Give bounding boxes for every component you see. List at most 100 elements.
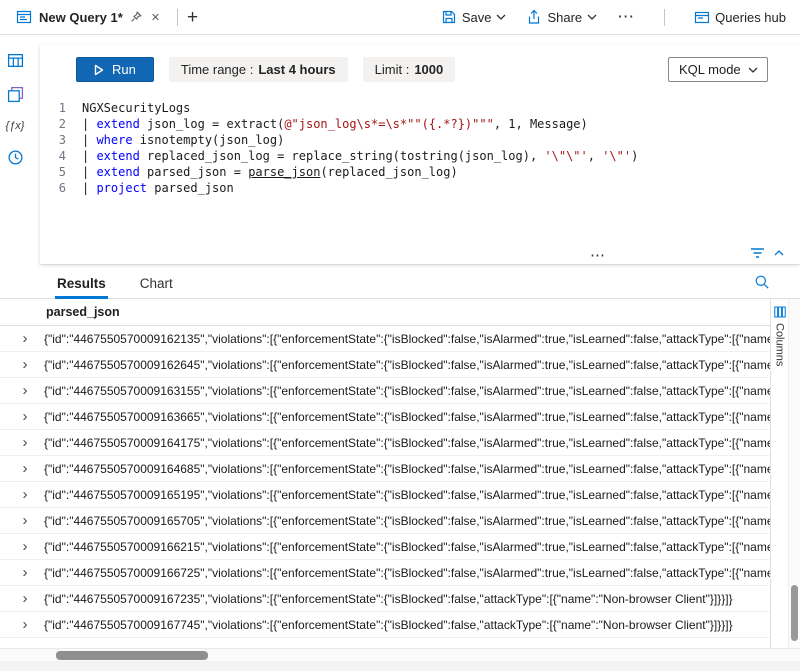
expand-chevron-icon[interactable]: › xyxy=(12,383,38,398)
queries-hub-icon xyxy=(694,9,710,25)
line-number: 3 xyxy=(40,132,82,148)
table-row[interactable]: ›{"id":"4467550570009167235","violations… xyxy=(0,586,770,612)
save-icon xyxy=(441,9,457,25)
time-range-value: Last 4 hours xyxy=(258,62,335,77)
search-icon xyxy=(754,274,770,290)
expand-chevron-icon[interactable]: › xyxy=(12,591,38,606)
row-json-text: {"id":"4467550570009164685","violations"… xyxy=(38,462,770,476)
expand-chevron-icon[interactable]: › xyxy=(12,487,38,502)
more-button[interactable]: ⋯ xyxy=(617,7,635,27)
expand-chevron-icon[interactable]: › xyxy=(12,513,38,528)
table-row[interactable]: ›{"id":"4467550570009166725","violations… xyxy=(0,560,770,586)
new-tab-button[interactable]: + xyxy=(187,8,198,27)
run-button[interactable]: Run xyxy=(76,57,154,82)
limit-picker[interactable]: Limit : 1000 xyxy=(363,57,456,82)
share-icon xyxy=(526,9,542,25)
line-number: 1 xyxy=(40,100,82,116)
mode-select[interactable]: KQL mode xyxy=(668,57,768,82)
table-row[interactable]: ›{"id":"4467550570009163155","violations… xyxy=(0,378,770,404)
code-line: 3| where isnotempty(json_log) xyxy=(40,132,800,148)
search-button[interactable] xyxy=(754,274,770,290)
table-row[interactable]: ›{"id":"4467550570009167745","violations… xyxy=(0,612,770,638)
collapse-editor-icon[interactable] xyxy=(774,250,784,256)
queries-icon[interactable] xyxy=(7,86,24,103)
code-text: NGXSecurityLogs xyxy=(82,100,190,116)
code-lines[interactable]: 1NGXSecurityLogs2| extend json_log = ext… xyxy=(40,92,800,240)
row-json-text: {"id":"4467550570009166725","violations"… xyxy=(38,566,770,580)
line-number: 4 xyxy=(40,148,82,164)
expand-chevron-icon[interactable]: › xyxy=(12,331,38,346)
chevron-down-icon xyxy=(748,67,758,73)
tab-title: New Query 1* xyxy=(39,10,123,25)
row-json-text: {"id":"4467550570009166215","violations"… xyxy=(38,540,770,554)
time-range-label: Time range : xyxy=(181,62,254,77)
table-row[interactable]: ›{"id":"4467550570009162135","violations… xyxy=(0,326,770,352)
run-label: Run xyxy=(112,62,136,77)
horizontal-scrollbar-thumb[interactable] xyxy=(56,651,208,660)
code-line: 1NGXSecurityLogs xyxy=(40,100,800,116)
expand-chevron-icon[interactable]: › xyxy=(12,409,38,424)
time-range-picker[interactable]: Time range : Last 4 hours xyxy=(169,57,348,82)
code-text: | extend replaced_json_log = replace_str… xyxy=(82,148,638,164)
table-row[interactable]: ›{"id":"4467550570009163665","violations… xyxy=(0,404,770,430)
code-line: 4| extend replaced_json_log = replace_st… xyxy=(40,148,800,164)
columns-pane-tab[interactable]: Columns xyxy=(770,299,788,648)
row-json-text: {"id":"4467550570009165195","violations"… xyxy=(38,488,770,502)
query-history-icon[interactable] xyxy=(7,149,24,166)
table-row[interactable]: ›{"id":"4467550570009165195","violations… xyxy=(0,482,770,508)
table-row[interactable]: ›{"id":"4467550570009162645","violations… xyxy=(0,352,770,378)
functions-icon[interactable]: {ƒx} xyxy=(6,120,25,132)
column-header[interactable]: parsed_json xyxy=(0,299,770,326)
pin-icon[interactable] xyxy=(130,11,142,23)
code-text: | extend json_log = extract(@"json_log\s… xyxy=(82,116,588,132)
tab-divider xyxy=(177,9,178,26)
columns-pane-label: Columns xyxy=(774,323,786,366)
vertical-scrollbar-thumb[interactable] xyxy=(791,585,798,641)
table-row[interactable]: ›{"id":"4467550570009166215","violations… xyxy=(0,534,770,560)
play-icon xyxy=(94,64,104,76)
expand-chevron-icon[interactable]: › xyxy=(12,565,38,580)
horizontal-scrollbar[interactable] xyxy=(0,648,800,661)
code-text: | project parsed_json xyxy=(82,180,234,196)
expand-chevron-icon[interactable]: › xyxy=(12,461,38,476)
columns-icon xyxy=(774,306,786,318)
row-json-text: {"id":"4467550570009162135","violations"… xyxy=(38,332,770,346)
code-line: 2| extend json_log = extract(@"json_log\… xyxy=(40,116,800,132)
limit-value: 1000 xyxy=(414,62,443,77)
row-json-text: {"id":"4467550570009163155","violations"… xyxy=(38,384,770,398)
results-tabs: Results Chart xyxy=(0,265,800,299)
topbar-divider xyxy=(664,9,665,26)
row-json-text: {"id":"4467550570009163665","violations"… xyxy=(38,410,770,424)
table-row[interactable]: ›{"id":"4467550570009164685","violations… xyxy=(0,456,770,482)
results-pane: Results Chart parsed_json ›{"id":"446755… xyxy=(0,265,800,671)
expand-chevron-icon[interactable]: › xyxy=(12,357,38,372)
expand-chevron-icon[interactable]: › xyxy=(12,539,38,554)
row-json-text: {"id":"4467550570009165705","violations"… xyxy=(38,514,770,528)
queries-hub-label: Queries hub xyxy=(715,10,786,25)
code-line: 6| project parsed_json xyxy=(40,180,800,196)
share-label: Share xyxy=(547,10,582,25)
vertical-scrollbar[interactable] xyxy=(788,299,800,648)
query-tab[interactable]: New Query 1* ✕ xyxy=(8,0,168,34)
save-button[interactable]: Save xyxy=(441,9,507,25)
share-button[interactable]: Share xyxy=(526,9,597,25)
tab-results[interactable]: Results xyxy=(55,269,108,298)
line-number: 2 xyxy=(40,116,82,132)
code-line: 5| extend parsed_json = parse_json(repla… xyxy=(40,164,800,180)
row-json-text: {"id":"4467550570009164175","violations"… xyxy=(38,436,770,450)
chevron-down-icon xyxy=(496,14,506,20)
side-rail: {ƒx} xyxy=(0,36,30,166)
grid-main: parsed_json ›{"id":"4467550570009162135"… xyxy=(0,299,770,648)
tables-icon[interactable] xyxy=(7,52,24,69)
results-grid: parsed_json ›{"id":"4467550570009162135"… xyxy=(0,299,800,648)
tab-chart[interactable]: Chart xyxy=(138,269,175,298)
queries-hub-button[interactable]: Queries hub xyxy=(694,9,786,25)
expand-chevron-icon[interactable]: › xyxy=(12,435,38,450)
topbar: New Query 1* ✕ + Save Share ⋯ xyxy=(0,0,800,35)
splitter-handle[interactable]: ⋯ xyxy=(590,246,606,264)
table-row[interactable]: ›{"id":"4467550570009164175","violations… xyxy=(0,430,770,456)
table-row[interactable]: ›{"id":"4467550570009165705","violations… xyxy=(0,508,770,534)
expand-chevron-icon[interactable]: › xyxy=(12,617,38,632)
filter-rows-icon[interactable] xyxy=(750,247,765,259)
close-tab-icon[interactable]: ✕ xyxy=(151,11,160,24)
